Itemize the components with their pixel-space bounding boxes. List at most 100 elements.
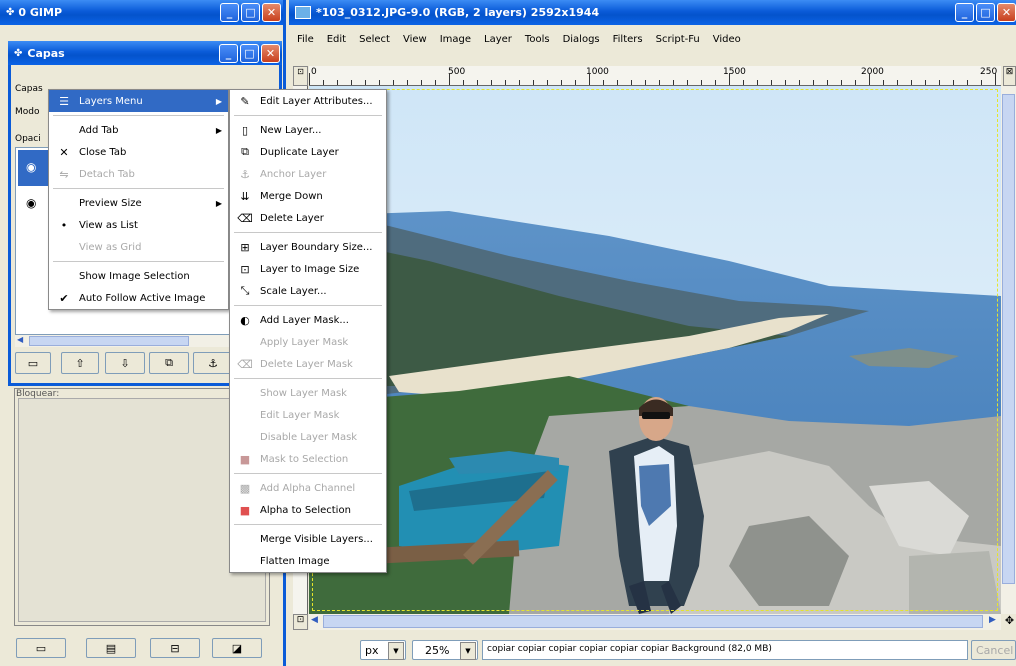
- menu-separator: [234, 232, 382, 233]
- menu-edit[interactable]: Edit: [327, 34, 346, 45]
- ruler-label: 2000: [861, 67, 884, 77]
- eye-icon[interactable]: ◉: [26, 196, 36, 210]
- menu-item-flatten-image[interactable]: Flatten Image: [230, 550, 386, 572]
- menu-item-label: Show Layer Mask: [260, 387, 347, 399]
- dock-button-1[interactable]: ▭: [16, 638, 66, 658]
- unit-select[interactable]: px ▼: [360, 640, 406, 660]
- menu-item-label: Alpha to Selection: [260, 504, 351, 516]
- menu-item-merge-visible-layers[interactable]: Merge Visible Layers...: [230, 528, 386, 550]
- menu-video[interactable]: Video: [713, 34, 741, 45]
- image-canvas[interactable]: [309, 86, 1001, 614]
- menu-script-fu[interactable]: Script-Fu: [656, 34, 700, 45]
- menu-file[interactable]: File: [297, 34, 314, 45]
- menu-item-close-tab[interactable]: ✕ Close Tab: [49, 141, 228, 163]
- anchor-layer-button[interactable]: ⚓: [193, 352, 233, 374]
- ruler-origin-button[interactable]: ⊡: [293, 66, 308, 86]
- menu-item-label: Edit Layer Mask: [260, 409, 340, 421]
- navigate-icon[interactable]: ⊠: [1003, 66, 1016, 86]
- gimp-main-titlebar[interactable]: ✤ 0 GIMP _ □ ✕: [0, 0, 283, 25]
- menu-item-merge-down[interactable]: ⇊ Merge Down: [230, 185, 386, 207]
- maximize-button[interactable]: □: [240, 43, 259, 63]
- menu-filters[interactable]: Filters: [613, 34, 643, 45]
- scroll-thumb[interactable]: [1002, 94, 1015, 584]
- new-layer-button[interactable]: ▭: [15, 352, 51, 374]
- minimize-button[interactable]: _: [220, 3, 239, 22]
- duplicate-layer-button[interactable]: ⧉: [149, 352, 189, 374]
- close-button[interactable]: ✕: [261, 43, 280, 63]
- cancel-button[interactable]: Cancel: [971, 640, 1016, 660]
- eye-icon[interactable]: ◉: [26, 160, 36, 174]
- image-window-title: *103_0312.JPG-9.0 (RGB, 2 layers) 2592x1…: [316, 6, 600, 19]
- ruler-tick: [491, 80, 492, 85]
- merge-icon: ⇊: [240, 189, 250, 203]
- menu-layer[interactable]: Layer: [484, 34, 512, 45]
- delete-mask-icon: ⌫: [237, 357, 253, 371]
- dock-button-3[interactable]: ⊟: [150, 638, 200, 658]
- image-titlebar[interactable]: *103_0312.JPG-9.0 (RGB, 2 layers) 2592x1…: [289, 0, 1016, 25]
- menu-item-add-tab[interactable]: Add Tab ▶: [49, 119, 228, 141]
- close-button[interactable]: ✕: [997, 3, 1016, 22]
- menu-item-apply-layer-mask: Apply Layer Mask: [230, 331, 386, 353]
- menu-dialogs[interactable]: Dialogs: [563, 34, 600, 45]
- ruler-tick: [785, 80, 786, 85]
- view-as-list-icon: •: [60, 218, 68, 232]
- menu-item-delete-layer[interactable]: ⌫ Delete Layer: [230, 207, 386, 229]
- menu-item-label: Merge Down: [260, 190, 323, 202]
- ruler-label: 1500: [723, 67, 746, 77]
- maximize-button[interactable]: □: [241, 3, 260, 22]
- hscroll-thumb[interactable]: [323, 615, 983, 628]
- lower-layer-button[interactable]: ⇩: [105, 352, 145, 374]
- minimize-button[interactable]: _: [955, 3, 974, 22]
- menu-item-scale-layer[interactable]: ⤡ Scale Layer...: [230, 280, 386, 302]
- ruler-tick: [365, 80, 366, 85]
- ruler-tick: [533, 80, 534, 85]
- edit-icon: ✎: [240, 94, 250, 108]
- menu-item-duplicate-layer[interactable]: ⧉ Duplicate Layer: [230, 141, 386, 163]
- menu-select[interactable]: Select: [359, 34, 390, 45]
- navigation-icon[interactable]: ✥: [1003, 614, 1016, 630]
- maximize-button[interactable]: □: [976, 3, 995, 22]
- horizontal-ruler[interactable]: 0 500 1000 1500 2000 250: [309, 66, 1001, 86]
- scroll-left-icon[interactable]: ◀: [311, 615, 318, 625]
- minimize-button[interactable]: _: [219, 43, 238, 63]
- chevron-down-icon: ▼: [388, 642, 404, 660]
- menu-item-alpha-to-selection[interactable]: ■ Alpha to Selection: [230, 499, 386, 521]
- horizontal-scrollbar[interactable]: ◀ ▶: [309, 614, 1001, 630]
- menu-item-label: Delete Layer: [260, 212, 324, 224]
- cancel-label: Cancel: [976, 643, 1014, 657]
- menu-item-layer-to-image-size[interactable]: ⊡ Layer to Image Size: [230, 258, 386, 280]
- close-button[interactable]: ✕: [262, 3, 281, 22]
- menu-view[interactable]: View: [403, 34, 427, 45]
- menu-item-new-layer[interactable]: ▯ New Layer...: [230, 119, 386, 141]
- dock-button-2[interactable]: ▤: [86, 638, 136, 658]
- ruler-tick: [659, 80, 660, 85]
- menu-item-layers-menu[interactable]: ☰ Layers Menu ▶: [49, 90, 228, 112]
- zoom-value: 25%: [425, 643, 450, 657]
- ruler-tick: [323, 80, 324, 85]
- menu-item-edit-layer-attributes[interactable]: ✎ Edit Layer Attributes...: [230, 90, 386, 112]
- capas-titlebar[interactable]: ✤ Capas _ □ ✕: [8, 41, 282, 65]
- menu-item-preview-size[interactable]: Preview Size ▶: [49, 192, 228, 214]
- menu-item-auto-follow-active-image[interactable]: ✔ Auto Follow Active Image: [49, 287, 228, 309]
- dock-button-4[interactable]: ◪: [212, 638, 262, 658]
- hscroll-thumb[interactable]: [29, 336, 189, 346]
- ruler-tick: [561, 80, 562, 85]
- menu-item-add-layer-mask[interactable]: ◐ Add Layer Mask...: [230, 309, 386, 331]
- menu-image[interactable]: Image: [440, 34, 471, 45]
- ruler-tick: [897, 80, 898, 85]
- scroll-left-icon[interactable]: ◀: [17, 335, 23, 344]
- quick-mask-button[interactable]: ⊡: [293, 614, 308, 630]
- menu-item-layer-boundary-size[interactable]: ⊞ Layer Boundary Size...: [230, 236, 386, 258]
- menu-item-label: Mask to Selection: [260, 453, 349, 465]
- menu-item-view-as-list[interactable]: • View as List: [49, 214, 228, 236]
- layers-submenu: ✎ Edit Layer Attributes... ▯ New Layer... ⧉ D…: [229, 89, 387, 573]
- menu-tools[interactable]: Tools: [525, 34, 550, 45]
- status-bar: px ▼ 25% ▼ copiar copiar copiar copiar c…: [289, 632, 1016, 666]
- raise-layer-button[interactable]: ⇧: [61, 352, 99, 374]
- ruler-tick: [757, 80, 758, 85]
- vertical-scrollbar[interactable]: [1001, 86, 1016, 614]
- zoom-select[interactable]: 25% ▼: [412, 640, 478, 660]
- scroll-right-icon[interactable]: ▶: [989, 615, 996, 625]
- ruler-tick: [841, 80, 842, 85]
- menu-item-show-image-selection[interactable]: Show Image Selection: [49, 265, 228, 287]
